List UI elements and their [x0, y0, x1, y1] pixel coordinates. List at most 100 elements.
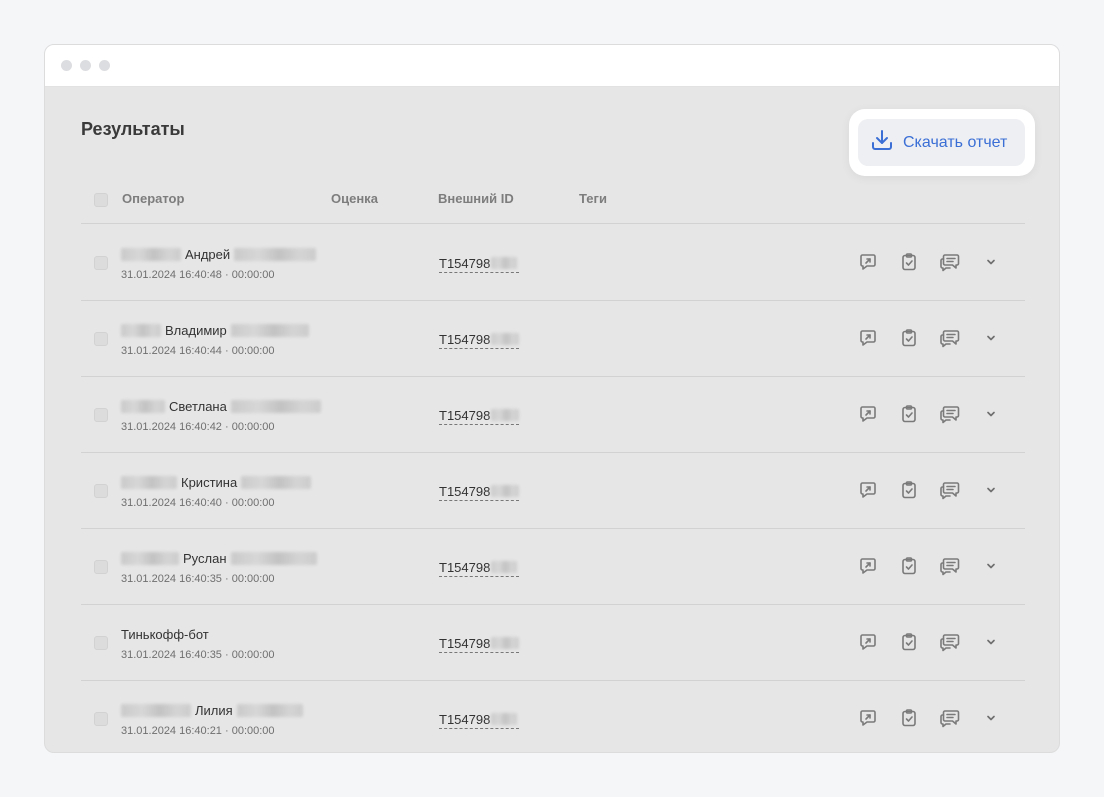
operator-name: Андрей — [185, 247, 231, 262]
call-timestamp: 31.01.2024 16:40:42 · 00:00:00 — [121, 421, 275, 433]
window-dot — [80, 60, 91, 71]
row-checkbox[interactable] — [94, 408, 108, 422]
redacted-text — [491, 561, 518, 573]
table-row[interactable]: Владимир 31.01.2024 16:40:44 · 00:00:00 T1… — [81, 301, 1025, 377]
comments-icon[interactable] — [939, 479, 961, 501]
column-header-external-id[interactable]: Внешний ID — [438, 191, 514, 206]
comments-icon[interactable] — [939, 327, 961, 349]
download-report-label: Скачать отчет — [903, 133, 1008, 151]
redacted-text — [230, 324, 309, 337]
redacted-text — [491, 637, 519, 649]
call-timestamp: 31.01.2024 16:40:40 · 00:00:00 — [121, 497, 275, 509]
table-row[interactable]: Андрей 31.01.2024 16:40:48 · 00:00:00 T154… — [81, 225, 1025, 301]
operator-cell: Руслан — [121, 550, 317, 567]
external-id-link[interactable]: T154798 — [439, 407, 519, 425]
page-title: Результаты — [81, 119, 185, 139]
download-highlight: Скачать отчет — [849, 109, 1035, 176]
open-dialog-icon[interactable] — [857, 631, 879, 653]
comments-icon[interactable] — [939, 707, 961, 729]
column-header-tags[interactable]: Теги — [579, 191, 607, 206]
external-id-text: T154798 — [439, 711, 491, 727]
comments-icon[interactable] — [939, 251, 961, 273]
chevron-down-icon[interactable] — [980, 479, 1002, 501]
external-id-link[interactable]: T154798 — [439, 331, 519, 349]
row-actions — [857, 707, 1002, 729]
operator-cell: Светлана — [121, 398, 321, 415]
external-id-link[interactable]: T154798 — [439, 483, 519, 501]
external-id-link[interactable]: T154798 — [439, 635, 519, 653]
call-timestamp: 31.01.2024 16:40:48 · 00:00:00 — [121, 269, 275, 281]
chevron-down-icon[interactable] — [980, 631, 1002, 653]
open-dialog-icon[interactable] — [857, 327, 879, 349]
download-report-button[interactable]: Скачать отчет — [858, 119, 1025, 166]
external-id-text: T154798 — [439, 559, 491, 575]
chevron-down-icon[interactable] — [980, 555, 1002, 577]
comments-icon[interactable] — [939, 631, 961, 653]
redacted-text — [121, 248, 181, 261]
chevron-down-icon[interactable] — [980, 403, 1002, 425]
external-id-text: T154798 — [439, 407, 491, 423]
redacted-text — [121, 476, 177, 489]
clipboard-check-icon[interactable] — [898, 555, 920, 577]
row-actions — [857, 555, 1002, 577]
call-timestamp: 31.01.2024 16:40:35 · 00:00:00 — [121, 649, 275, 661]
redacted-text — [121, 324, 161, 337]
open-dialog-icon[interactable] — [857, 707, 879, 729]
comments-icon[interactable] — [939, 555, 961, 577]
chevron-down-icon[interactable] — [980, 251, 1002, 273]
row-checkbox[interactable] — [94, 636, 108, 650]
chevron-down-icon[interactable] — [980, 707, 1002, 729]
clipboard-check-icon[interactable] — [898, 251, 920, 273]
row-actions — [857, 327, 1002, 349]
redacted-text — [491, 485, 519, 497]
external-id-text: T154798 — [439, 483, 491, 499]
external-id-link[interactable]: T154798 — [439, 255, 519, 273]
clipboard-check-icon[interactable] — [898, 327, 920, 349]
operator-name: Светлана — [169, 399, 227, 414]
window-titlebar — [45, 45, 1059, 87]
redacted-text — [234, 248, 317, 261]
external-id-text: T154798 — [439, 255, 491, 271]
clipboard-check-icon[interactable] — [898, 707, 920, 729]
clipboard-check-icon[interactable] — [898, 403, 920, 425]
external-id-text: T154798 — [439, 635, 491, 651]
open-dialog-icon[interactable] — [857, 403, 879, 425]
operator-cell: Лилия — [121, 702, 303, 719]
table-row[interactable]: Тинькофф-бот 31.01.2024 16:40:35 · 00:00:… — [81, 605, 1025, 681]
table-row[interactable]: Кристина 31.01.2024 16:40:40 · 00:00:00 T1… — [81, 453, 1025, 529]
operator-name: Тинькофф-бот — [121, 627, 209, 642]
external-id-link[interactable]: T154798 — [439, 559, 519, 577]
operator-cell: Андрей — [121, 246, 317, 263]
open-dialog-icon[interactable] — [857, 251, 879, 273]
row-checkbox[interactable] — [94, 332, 108, 346]
row-checkbox[interactable] — [94, 712, 108, 726]
redacted-text — [230, 552, 317, 565]
column-header-operator[interactable]: Оператор — [122, 191, 184, 206]
select-all-checkbox[interactable] — [94, 193, 108, 207]
row-checkbox[interactable] — [94, 484, 108, 498]
table-row[interactable]: Лилия 31.01.2024 16:40:21 · 00:00:00 T1547… — [81, 681, 1025, 752]
redacted-text — [491, 257, 518, 269]
open-dialog-icon[interactable] — [857, 555, 879, 577]
call-timestamp: 31.01.2024 16:40:35 · 00:00:00 — [121, 573, 275, 585]
clipboard-check-icon[interactable] — [898, 479, 920, 501]
operator-name: Руслан — [183, 551, 227, 566]
table-row[interactable]: Руслан 31.01.2024 16:40:35 · 00:00:00 T154… — [81, 529, 1025, 605]
redacted-text — [230, 400, 321, 413]
results-table-body: Андрей 31.01.2024 16:40:48 · 00:00:00 T154… — [81, 225, 1025, 752]
external-id-text: T154798 — [439, 331, 491, 347]
comments-icon[interactable] — [939, 403, 961, 425]
row-checkbox[interactable] — [94, 256, 108, 270]
operator-cell: Тинькофф-бот — [121, 626, 209, 643]
app-window: Результаты Скачать отчет Оператор Оценка… — [44, 44, 1060, 753]
column-header-rating[interactable]: Оценка — [331, 191, 378, 206]
redacted-text — [121, 552, 179, 565]
table-row[interactable]: Светлана 31.01.2024 16:40:42 · 00:00:00 T1… — [81, 377, 1025, 453]
external-id-link[interactable]: T154798 — [439, 711, 519, 729]
operator-name: Кристина — [181, 475, 238, 490]
chevron-down-icon[interactable] — [980, 327, 1002, 349]
redacted-text — [491, 409, 519, 421]
open-dialog-icon[interactable] — [857, 479, 879, 501]
row-checkbox[interactable] — [94, 560, 108, 574]
clipboard-check-icon[interactable] — [898, 631, 920, 653]
